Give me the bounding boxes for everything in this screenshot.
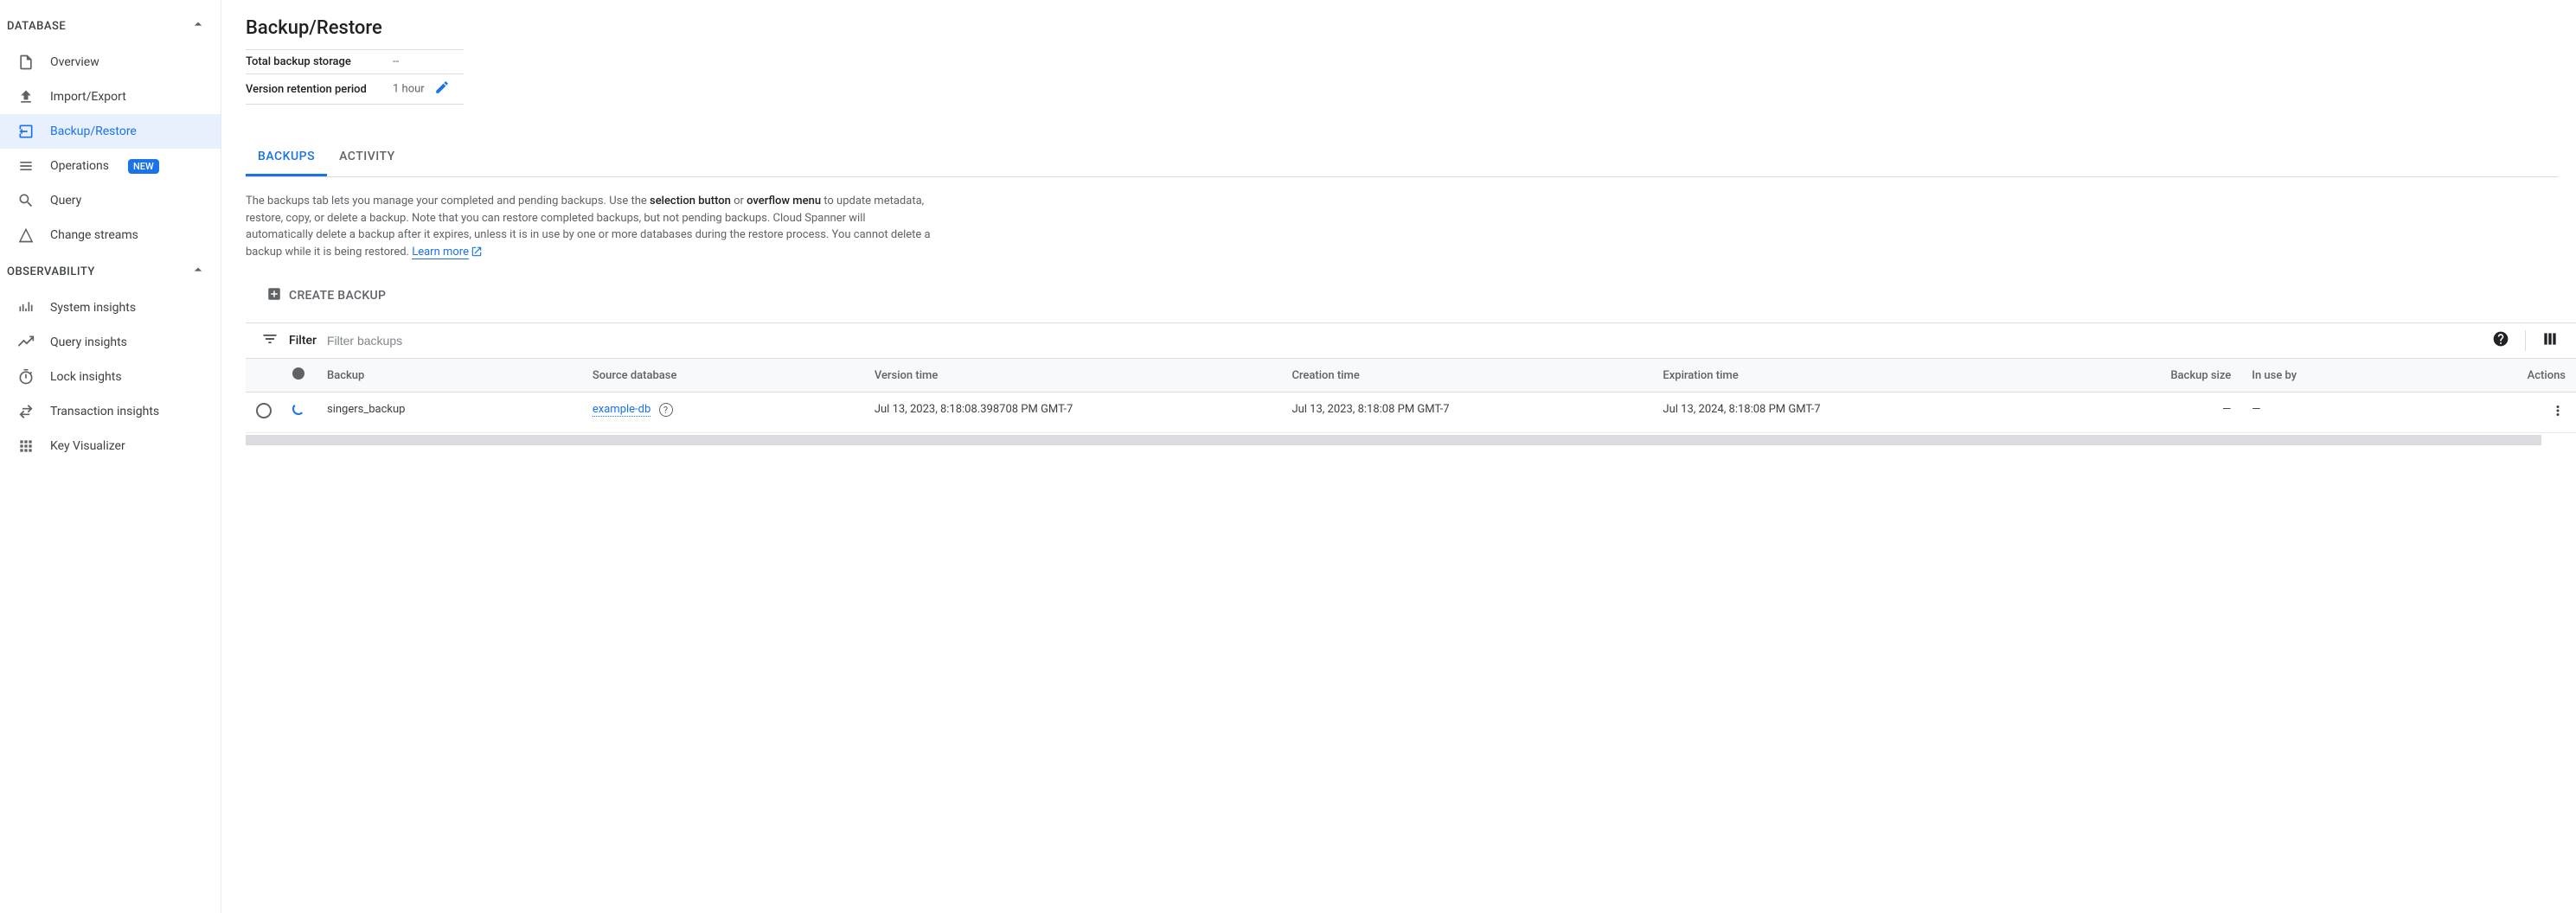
create-backup-label: CREATE BACKUP (289, 289, 386, 303)
section-header-observability[interactable]: OBSERVABILITY (0, 252, 221, 290)
cell-inuse: — (2241, 393, 2417, 433)
sidebar-item-import-export[interactable]: Import/Export (0, 80, 221, 114)
external-link-icon (469, 246, 483, 259)
nav-label: Key Visualizer (50, 439, 125, 453)
chevron-up-icon (189, 16, 207, 36)
horizontal-scrollbar[interactable] (246, 435, 2541, 445)
main-content: Backup/Restore Total backup storage -- V… (221, 0, 2576, 913)
sidebar-item-backup-restore[interactable]: Backup/Restore (0, 114, 221, 149)
create-backup-button[interactable]: CREATE BACKUP (256, 279, 396, 312)
header-select (246, 359, 282, 393)
search-icon (17, 192, 35, 209)
learn-more-link[interactable]: Learn more (412, 246, 469, 259)
sidebar-item-key-visualizer[interactable]: Key Visualizer (0, 429, 221, 463)
sidebar-item-lock-insights[interactable]: Lock insights (0, 360, 221, 394)
import-export-icon (17, 88, 35, 105)
header-source: Source database (582, 359, 864, 393)
page-title: Backup/Restore (246, 17, 2576, 39)
row-actions-menu[interactable] (2550, 409, 2566, 422)
table-row: singers_backup example-db ? Jul 13, 2023… (246, 393, 2576, 433)
spinner-icon (292, 403, 304, 415)
query-insights-icon (17, 334, 35, 351)
system-insights-icon (17, 299, 35, 316)
chevron-up-icon (189, 261, 207, 282)
header-status (282, 359, 317, 393)
header-version: Version time (864, 359, 1282, 393)
nav-label: Import/Export (50, 90, 126, 104)
source-db-link[interactable]: example-db (593, 403, 650, 417)
header-inuse: In use by (2241, 359, 2417, 393)
tab-backups[interactable]: BACKUPS (246, 139, 327, 176)
sidebar-item-operations[interactable]: Operations NEW (0, 149, 221, 183)
overview-icon (17, 54, 35, 71)
tab-activity[interactable]: ACTIVITY (327, 139, 407, 176)
backups-table: Backup Source database Version time Crea… (246, 358, 2576, 433)
sidebar: DATABASE Overview Import/Export Backup/R… (0, 0, 221, 913)
tabs: BACKUPS ACTIVITY (246, 139, 2559, 177)
nav-label: Transaction insights (50, 405, 159, 418)
cell-backup: singers_backup (317, 393, 582, 433)
transaction-insights-icon (17, 403, 35, 420)
nav-label: Query (50, 194, 81, 208)
key-visualizer-icon (17, 437, 35, 455)
new-badge: NEW (128, 159, 159, 174)
operations-icon (17, 157, 35, 175)
header-actions: Actions (2418, 359, 2576, 393)
lock-insights-icon (17, 368, 35, 386)
filter-icon (261, 330, 279, 351)
add-box-icon (266, 286, 282, 305)
header-size: Backup size (2023, 359, 2241, 393)
cell-expiration: Jul 13, 2024, 8:18:08 PM GMT-7 (1652, 393, 2023, 433)
nav-label: Backup/Restore (50, 124, 137, 138)
columns-icon[interactable] (2541, 330, 2559, 351)
section-header-database[interactable]: DATABASE (0, 7, 221, 45)
nav-label: Operations (50, 159, 109, 173)
nav-label: System insights (50, 301, 136, 315)
divider (2525, 330, 2526, 351)
nav-label: Lock insights (50, 370, 122, 384)
sidebar-item-query[interactable]: Query (0, 183, 221, 218)
cell-size: — (2023, 393, 2241, 433)
cell-version: Jul 13, 2023, 8:18:08.398708 PM GMT-7 (864, 393, 1282, 433)
total-storage-label: Total backup storage (246, 50, 393, 74)
header-expiration: Expiration time (1652, 359, 2023, 393)
sidebar-item-change-streams[interactable]: Change streams (0, 218, 221, 252)
filter-input[interactable] (327, 334, 2482, 348)
nav-label: Overview (50, 55, 99, 69)
meta-table: Total backup storage -- Version retentio… (246, 49, 464, 105)
question-icon[interactable]: ? (659, 403, 673, 417)
change-streams-icon (17, 227, 35, 244)
sidebar-item-query-insights[interactable]: Query insights (0, 325, 221, 360)
row-select-radio[interactable] (256, 403, 272, 418)
section-title: DATABASE (7, 20, 66, 33)
filter-bar: Filter (246, 322, 2576, 358)
nav-label: Query insights (50, 335, 127, 349)
status-dot-icon (292, 367, 304, 380)
retention-label: Version retention period (246, 74, 393, 105)
section-title: OBSERVABILITY (7, 265, 95, 278)
header-backup: Backup (317, 359, 582, 393)
sidebar-item-system-insights[interactable]: System insights (0, 290, 221, 325)
total-storage-value: -- (393, 50, 464, 74)
cell-creation: Jul 13, 2023, 8:18:08 PM GMT-7 (1281, 393, 1652, 433)
tab-description: The backups tab lets you manage your com… (246, 177, 955, 276)
filter-label: Filter (289, 334, 317, 348)
retention-value: 1 hour (393, 82, 425, 95)
header-creation: Creation time (1281, 359, 1652, 393)
backup-restore-icon (17, 123, 35, 140)
nav-label: Change streams (50, 228, 138, 242)
sidebar-item-transaction-insights[interactable]: Transaction insights (0, 394, 221, 429)
edit-icon[interactable] (434, 86, 450, 99)
help-icon[interactable] (2492, 330, 2509, 351)
sidebar-item-overview[interactable]: Overview (0, 45, 221, 80)
